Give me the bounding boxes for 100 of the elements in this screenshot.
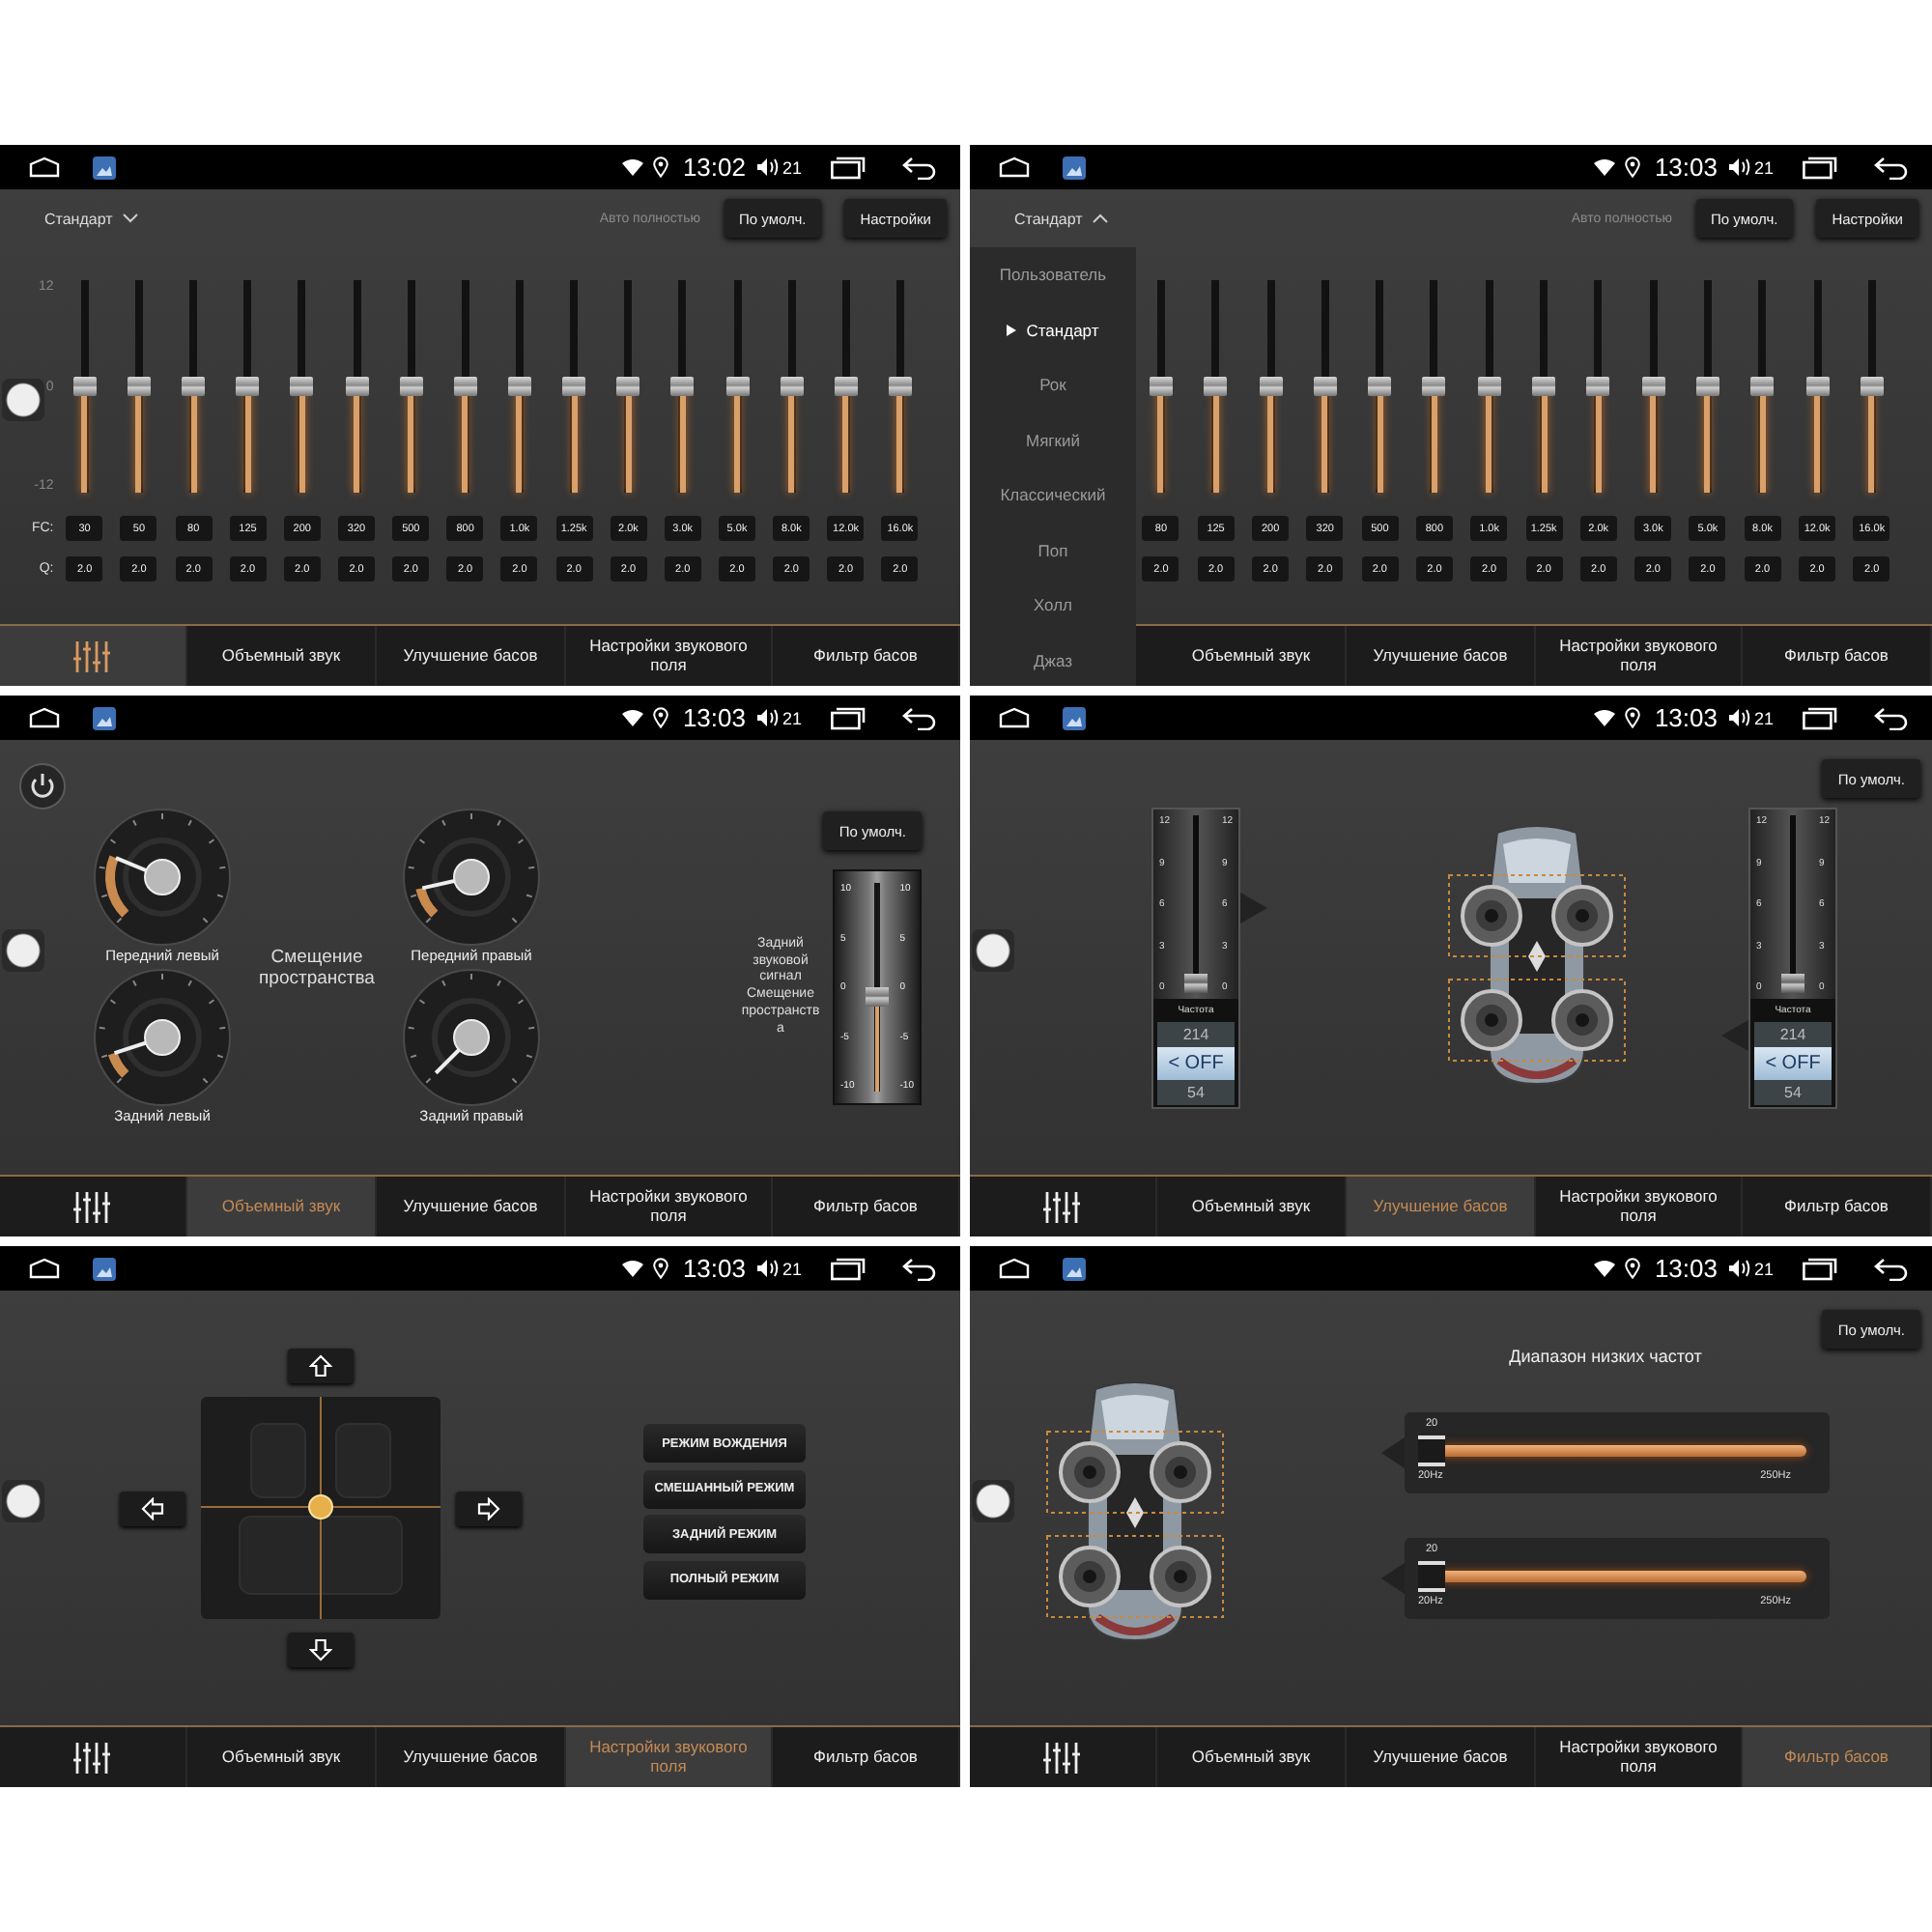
slider-track[interactable]	[343, 280, 371, 493]
slider-thumb[interactable]	[1477, 377, 1501, 396]
recents-icon[interactable]	[1803, 706, 1837, 729]
slider-thumb[interactable]	[72, 377, 97, 396]
slider-thumb[interactable]	[670, 377, 695, 396]
seat-map-drawing[interactable]	[201, 1397, 440, 1619]
slider-track[interactable]	[1202, 280, 1230, 493]
slider-track[interactable]	[1475, 280, 1503, 493]
slider-thumb[interactable]	[1805, 377, 1830, 396]
down-arrow-button[interactable]	[288, 1633, 354, 1667]
floating-button[interactable]	[972, 1480, 1014, 1522]
slider-thumb[interactable]	[399, 377, 423, 396]
slider-track[interactable]	[1147, 280, 1175, 493]
slider-thumb[interactable]	[1860, 377, 1884, 396]
slider-track[interactable]	[180, 280, 208, 493]
preset-dropdown[interactable]: Стандарт	[1014, 210, 1110, 227]
slider-thumb[interactable]	[1695, 377, 1719, 396]
slider-track[interactable]	[397, 280, 425, 493]
recents-icon[interactable]	[1803, 156, 1837, 179]
dial-gauge-drawing[interactable]	[93, 968, 232, 1107]
slider-track[interactable]	[234, 280, 262, 493]
picker-option[interactable]: 214	[1754, 1022, 1832, 1047]
slider-thumb[interactable]	[780, 377, 804, 396]
slider-track[interactable]	[1639, 280, 1667, 493]
recents-icon[interactable]	[1803, 1257, 1837, 1280]
slider-thumb[interactable]	[1422, 377, 1446, 396]
back-icon[interactable]	[1874, 1257, 1909, 1280]
picker-option[interactable]: 54	[1754, 1080, 1832, 1105]
slider-track[interactable]	[560, 280, 588, 493]
slider-thumb[interactable]	[1532, 377, 1556, 396]
slider-thumb[interactable]	[1313, 377, 1337, 396]
back-icon[interactable]	[902, 156, 937, 179]
floating-button[interactable]	[2, 379, 44, 421]
slider-track[interactable]	[614, 280, 642, 493]
slider-track[interactable]	[832, 280, 860, 493]
slider-thumb[interactable]	[1418, 1435, 1445, 1466]
slider-thumb[interactable]	[1204, 377, 1228, 396]
slider-thumb[interactable]	[127, 377, 151, 396]
preset-option[interactable]: Джаз	[970, 633, 1136, 686]
value-picker[interactable]: 214 < OFF 54	[1754, 1022, 1832, 1105]
slider-track[interactable]	[1804, 280, 1832, 493]
slider-thumb[interactable]	[1418, 1561, 1445, 1592]
slider-track[interactable]	[505, 280, 533, 493]
slider-track[interactable]	[71, 280, 99, 493]
slider-thumb[interactable]	[1259, 377, 1283, 396]
slider-track[interactable]	[886, 280, 914, 493]
gallery-app-icon[interactable]	[93, 156, 116, 179]
slider-thumb[interactable]	[1641, 377, 1665, 396]
gallery-app-icon[interactable]	[93, 1257, 116, 1280]
slider-thumb[interactable]	[507, 377, 531, 396]
floating-button[interactable]	[2, 1480, 44, 1522]
picker-option[interactable]: 54	[1157, 1080, 1235, 1105]
picker-option[interactable]: 214	[1157, 1022, 1235, 1047]
gallery-app-icon[interactable]	[1063, 706, 1086, 729]
slider-track[interactable]	[1366, 280, 1394, 493]
dial-gauge-drawing[interactable]	[402, 808, 541, 947]
slider-thumb[interactable]	[616, 377, 640, 396]
slider-track[interactable]	[288, 280, 316, 493]
home-icon[interactable]	[999, 1258, 1030, 1279]
left-arrow-button[interactable]	[120, 1491, 185, 1525]
slider-thumb[interactable]	[1149, 377, 1173, 396]
slider-thumb[interactable]	[888, 377, 912, 396]
floating-button[interactable]	[2, 929, 44, 972]
slider-track[interactable]	[1257, 280, 1285, 493]
slider-track[interactable]	[1748, 280, 1776, 493]
right-arrow-button[interactable]	[456, 1491, 522, 1525]
preset-dropdown[interactable]: Стандарт	[44, 210, 140, 227]
gallery-app-icon[interactable]	[1063, 156, 1086, 179]
slider-thumb[interactable]	[1184, 974, 1208, 993]
slider-track[interactable]	[668, 280, 696, 493]
slider-track[interactable]	[125, 280, 153, 493]
slider-thumb[interactable]	[345, 377, 369, 396]
back-icon[interactable]	[902, 706, 937, 729]
tab[interactable]: Улучшение басов	[1347, 1177, 1536, 1236]
tab[interactable]: Фильтр басов	[1743, 1727, 1932, 1787]
recents-icon[interactable]	[831, 156, 866, 179]
slider-thumb[interactable]	[562, 377, 586, 396]
slider-track[interactable]	[778, 280, 806, 493]
slider-track[interactable]	[1530, 280, 1558, 493]
slider-thumb[interactable]	[834, 377, 858, 396]
dial-gauge-drawing[interactable]	[402, 968, 541, 1107]
slider-thumb[interactable]	[290, 377, 314, 396]
preset-option[interactable]: Классический	[970, 468, 1136, 523]
tab[interactable]: Объемный звук	[187, 1177, 377, 1236]
preset-option[interactable]: Рок	[970, 357, 1136, 412]
back-icon[interactable]	[1874, 706, 1909, 729]
slider-track[interactable]	[1420, 280, 1448, 493]
preset-option[interactable]: Мягкий	[970, 412, 1136, 468]
slider-track[interactable]	[451, 280, 479, 493]
slider-track[interactable]	[1418, 1435, 1806, 1466]
back-icon[interactable]	[1874, 156, 1909, 179]
preset-option[interactable]: Холл	[970, 578, 1136, 633]
slider-track[interactable]	[1693, 280, 1721, 493]
slider-thumb[interactable]	[1781, 974, 1804, 993]
slider-thumb[interactable]	[182, 377, 206, 396]
gallery-app-icon[interactable]	[93, 706, 116, 729]
slider-thumb[interactable]	[453, 377, 477, 396]
back-icon[interactable]	[902, 1257, 937, 1280]
preset-option[interactable]: Стандарт	[970, 302, 1136, 357]
recents-icon[interactable]	[831, 706, 866, 729]
